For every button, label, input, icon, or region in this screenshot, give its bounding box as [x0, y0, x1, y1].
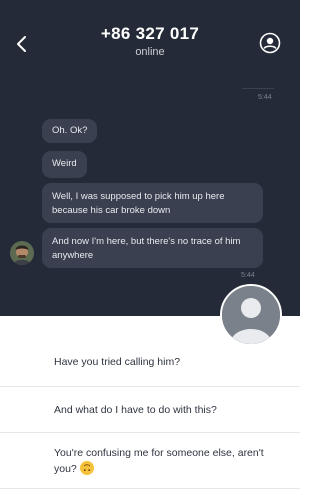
profile-button[interactable] [259, 32, 281, 54]
divider [0, 432, 300, 433]
message-bubble: Weird [42, 151, 87, 178]
sender-avatar [10, 241, 34, 265]
sent-timestamp: 5:44 [258, 94, 272, 101]
message-bubble: Well, I was supposed to pick him up here… [42, 183, 263, 223]
contact-phone-number: +86 327 017 [100, 24, 200, 43]
upside-down-face-emoji-icon [79, 461, 94, 475]
message-bubble: And now I'm here, but there's no trace o… [42, 228, 263, 268]
divider [0, 488, 300, 489]
sender-avatar-image [10, 241, 34, 265]
reply-option[interactable]: You're confusing me for someone else, ar… [0, 445, 300, 477]
message-bubble: Oh. Ok? [42, 119, 98, 143]
reply-option[interactable]: Have you tried calling him? [0, 354, 300, 370]
received-timestamp: 5:44 [241, 272, 255, 279]
sent-message-edge [242, 88, 274, 89]
reply-option[interactable]: And what do I have to do with this? [0, 402, 300, 418]
user-circle-icon [259, 32, 281, 54]
default-user-silhouette-icon [222, 286, 280, 344]
chat-panel: +86 327 017 online 5:44 Oh. Ok? Weird We… [0, 0, 300, 316]
player-avatar [220, 284, 282, 346]
contact-status: online [135, 46, 165, 58]
divider [0, 386, 300, 387]
